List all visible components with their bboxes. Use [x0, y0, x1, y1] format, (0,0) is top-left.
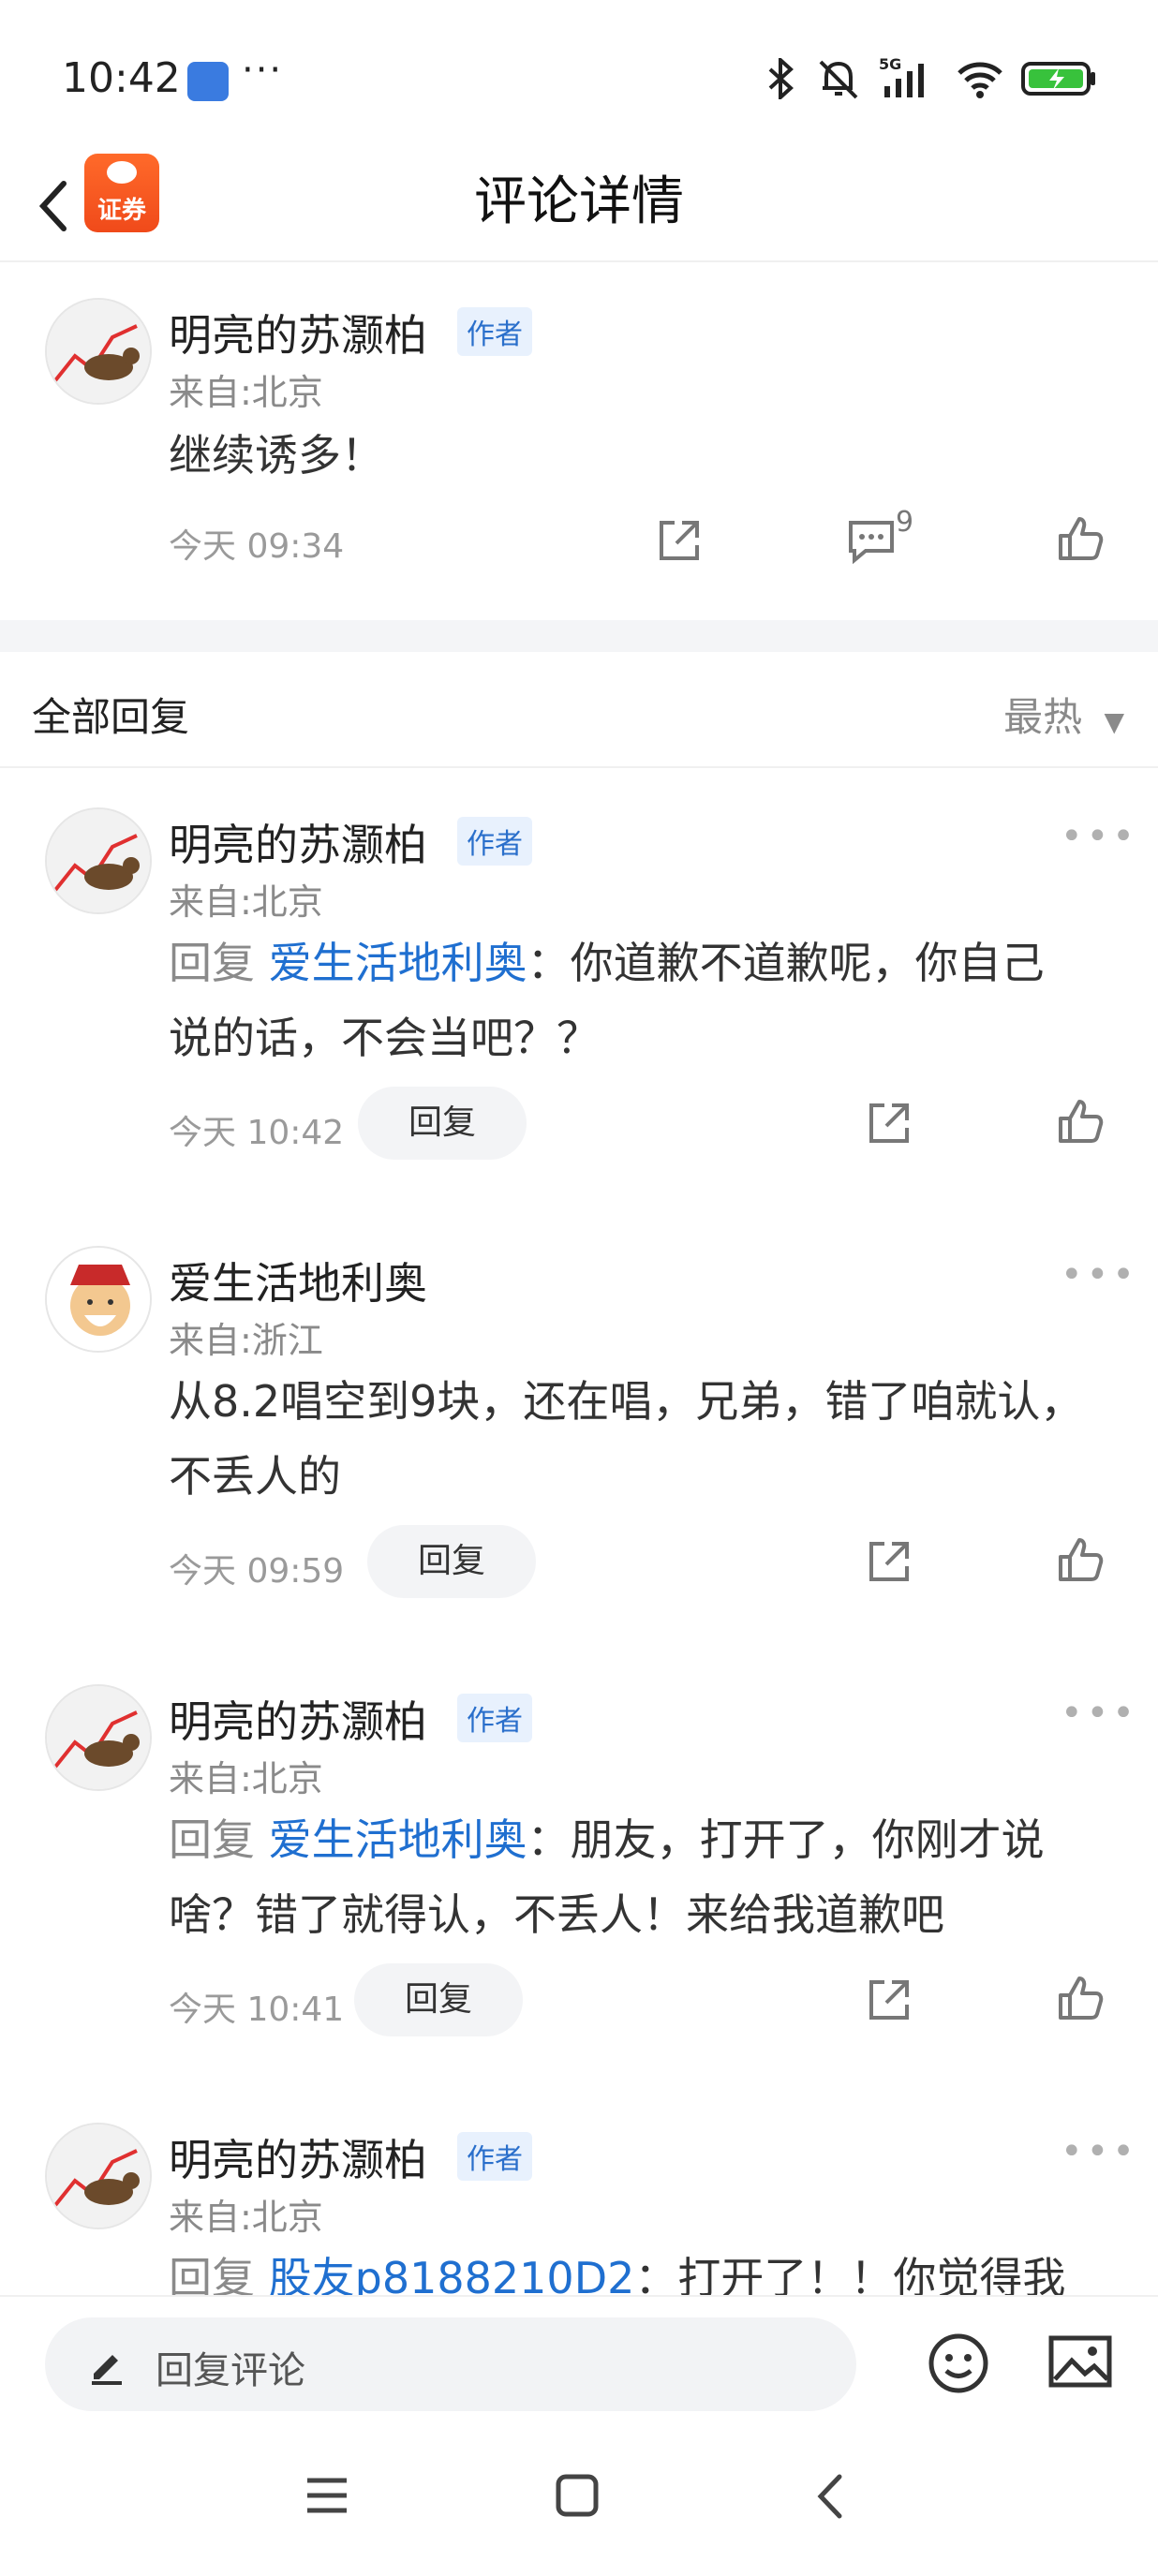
reply-text-line2: 不丢人的 [169, 1451, 341, 1502]
share-icon[interactable] [654, 515, 705, 566]
reply-button[interactable]: 回复 [367, 1525, 536, 1598]
section-divider [0, 620, 1158, 652]
reply-text-line1: 从8.2唱空到9块，还在唱，兄弟，错了咱就认， [169, 1376, 1084, 1427]
more-options-icon[interactable]: ••• [1061, 1692, 1138, 1735]
avatar[interactable] [45, 1684, 152, 1791]
location: 来自:北京 [169, 372, 323, 413]
nav-bar: 证券 评论详情 [0, 150, 1158, 262]
share-icon[interactable] [864, 1098, 914, 1148]
location: 来自:浙江 [169, 1320, 323, 1361]
svg-text:5G: 5G [879, 56, 901, 73]
reply-button[interactable]: 回复 [358, 1087, 527, 1160]
reply-text: 回复 爱生活地利奥：朋友，打开了，你刚才说 啥？错了就得认，不丢人！来给我道歉吧 [169, 1802, 1106, 1952]
author-name[interactable]: 爱生活地利奥 [169, 1250, 427, 1311]
app-notification-icon [187, 62, 229, 101]
location: 来自:北京 [169, 2197, 323, 2238]
sort-dropdown[interactable]: 最热 ▼ [1003, 686, 1124, 743]
back-nav-icon[interactable] [811, 2471, 849, 2522]
reply-text-line1: ：朋友，打开了，你刚才说 [527, 1814, 1045, 1865]
location: 来自:北京 [169, 881, 323, 923]
sort-label: 最热 [1003, 694, 1083, 740]
avatar[interactable] [45, 1246, 152, 1353]
author-tag: 作者 [457, 817, 532, 866]
signal-icon: 5G [879, 56, 924, 97]
comment-text: 继续诱多！ [169, 430, 384, 481]
status-bar: 10:42 ··· 5G [0, 0, 1158, 159]
emoji-icon[interactable] [926, 2331, 991, 2396]
more-options-icon[interactable]: ••• [1061, 2130, 1138, 2173]
reply-to-user[interactable]: 爱生活地利奥 [269, 1814, 527, 1865]
reply-text: 回复 爱生活地利奥：你道歉不道歉呢，你自己 说的话，不会当吧？？ [169, 925, 1106, 1075]
avatar[interactable] [45, 2123, 152, 2229]
reply-input[interactable]: 回复评论 [45, 2317, 856, 2411]
reply-to-user[interactable]: 爱生活地利奥 [269, 938, 527, 988]
reply-time: 今天 09:59 [169, 1552, 345, 1591]
reply-text: 从8.2唱空到9块，还在唱，兄弟，错了咱就认， 不丢人的 [169, 1364, 1106, 1514]
author-name[interactable]: 明亮的苏灏柏 [169, 2126, 427, 2188]
author-name[interactable]: 明亮的苏灏柏 [169, 1688, 427, 1750]
author-tag: 作者 [457, 307, 532, 356]
reply-button[interactable]: 回复 [354, 1963, 523, 2036]
author-tag: 作者 [457, 1694, 532, 1742]
home-icon[interactable] [555, 2473, 600, 2518]
page-title: 评论详情 [474, 171, 684, 232]
like-icon[interactable] [1055, 1534, 1106, 1585]
reply-count: 9 [896, 506, 914, 539]
location: 来自:北京 [169, 1758, 323, 1799]
reply-text-line2: 啥？错了就得认，不丢人！来给我道歉吧 [169, 1889, 944, 1940]
reply-input-bar: 回复评论 [0, 2295, 1158, 2426]
share-icon[interactable] [864, 1536, 914, 1587]
comment-time: 今天 09:34 [169, 527, 345, 566]
menu-icon[interactable] [304, 2475, 350, 2516]
bull-chart-avatar-icon [47, 2124, 150, 2228]
avatar[interactable] [45, 807, 152, 914]
bull-chart-avatar-icon [47, 1686, 150, 1789]
author-name[interactable]: 明亮的苏灏柏 [169, 811, 427, 873]
image-icon[interactable] [1047, 2332, 1113, 2392]
more-notifications: ··· [242, 49, 284, 92]
like-icon[interactable] [1055, 513, 1106, 564]
wifi-icon [958, 62, 1002, 98]
bull-chart-avatar-icon [47, 809, 150, 912]
more-options-icon[interactable]: ••• [1061, 815, 1138, 858]
replies-title: 全部回复 [32, 694, 190, 740]
reply-text-line2: 说的话，不会当吧？？ [169, 1013, 600, 1063]
reply-label: 回复 [169, 1814, 255, 1865]
replies-header: 全部回复 最热 ▼ [0, 652, 1158, 768]
more-options-icon[interactable]: ••• [1061, 1253, 1138, 1296]
like-icon[interactable] [1055, 1973, 1106, 2023]
share-icon[interactable] [864, 1975, 914, 2025]
reply-text-line1: ：你道歉不道歉呢，你自己 [527, 938, 1045, 988]
author-name[interactable]: 明亮的苏灏柏 [169, 302, 427, 363]
author-tag: 作者 [457, 2132, 532, 2181]
fortune-god-avatar-icon [47, 1248, 150, 1351]
status-time: 10:42 [62, 54, 181, 102]
caret-down-icon: ▼ [1104, 706, 1124, 737]
reply-time: 今天 10:41 [169, 1991, 345, 2029]
mute-icon [819, 60, 858, 99]
reply-input-placeholder: 回复评论 [156, 2349, 305, 2392]
bull-chart-avatar-icon [47, 300, 150, 403]
system-nav-bar [0, 2426, 1158, 2576]
pencil-icon [92, 2355, 122, 2385]
avatar[interactable] [45, 298, 152, 405]
bluetooth-icon [768, 58, 794, 99]
reply-label: 回复 [169, 938, 255, 988]
like-icon[interactable] [1055, 1096, 1106, 1147]
status-icons: 5G [765, 56, 1096, 101]
comment-icon[interactable] [845, 517, 898, 564]
reply-time: 今天 10:42 [169, 1114, 345, 1152]
battery-charging-icon [1021, 62, 1095, 96]
